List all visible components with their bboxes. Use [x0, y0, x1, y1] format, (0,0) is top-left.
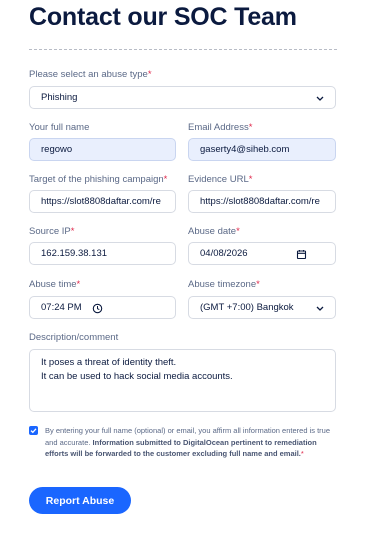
abuse-time-label: Abuse time*: [29, 279, 81, 290]
target-input[interactable]: https://slot8808daftar.com/re: [29, 190, 176, 213]
abuse-type-select[interactable]: Phishing: [29, 86, 336, 109]
consent-checkbox[interactable]: [29, 426, 38, 435]
abuse-type-label: Please select an abuse type*: [29, 69, 152, 80]
timezone-label: Abuse timezone*: [188, 279, 260, 290]
clock-icon[interactable]: [92, 303, 103, 314]
abuse-type-value: Phishing: [41, 92, 78, 103]
abuse-date-label: Abuse date*: [188, 226, 240, 237]
timezone-select[interactable]: (GMT +7:00) Bangkok: [188, 296, 336, 319]
abuse-time-input[interactable]: 07:24 PM: [29, 296, 176, 319]
chevron-down-icon: [316, 306, 324, 311]
report-abuse-button[interactable]: Report Abuse: [29, 487, 131, 514]
page-title: Contact our SOC Team: [29, 3, 297, 31]
consent-text: By entering your full name (optional) or…: [45, 426, 330, 458]
evidence-url-input[interactable]: https://slot8808daftar.com/re: [188, 190, 336, 213]
target-label: Target of the phishing campaign*: [29, 174, 168, 185]
description-textarea[interactable]: It poses a threat of identity theft. It …: [29, 349, 336, 412]
calendar-icon[interactable]: [296, 249, 307, 260]
email-field[interactable]: gaserty4@siheb.com: [188, 138, 336, 161]
evidence-label: Evidence URL*: [188, 174, 253, 185]
full-name-label: Your full name: [29, 122, 90, 133]
full-name-input[interactable]: regowo: [29, 138, 176, 161]
divider: [29, 49, 337, 50]
check-icon: [30, 428, 37, 434]
email-label: Email Address*: [188, 122, 253, 133]
abuse-date-input[interactable]: 04/08/2026: [188, 242, 336, 265]
description-label: Description/comment: [29, 332, 119, 343]
source-ip-input[interactable]: 162.159.38.131: [29, 242, 176, 265]
chevron-down-icon: [316, 96, 324, 101]
source-ip-label: Source IP*: [29, 226, 75, 237]
